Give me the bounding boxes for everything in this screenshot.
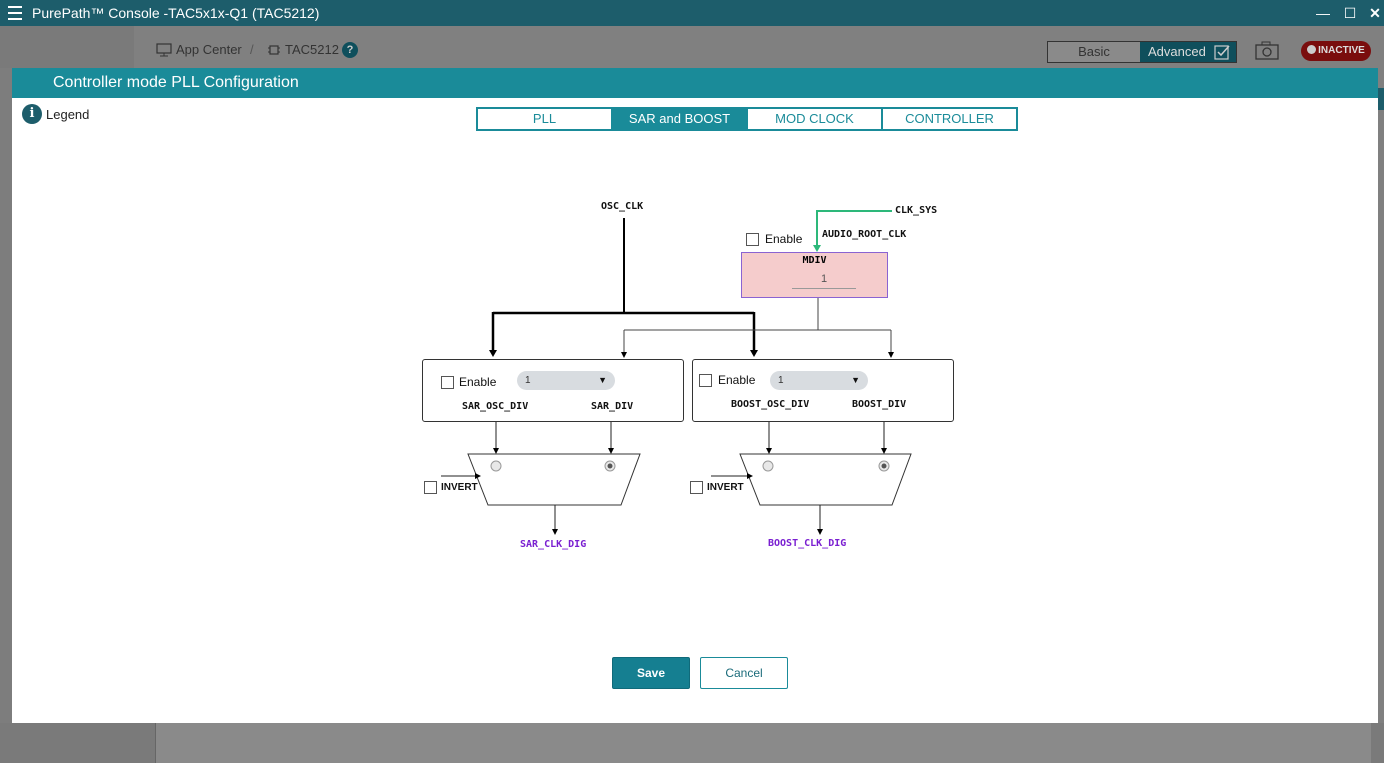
audio-root-clk-label: AUDIO_ROOT_CLK: [822, 229, 907, 240]
boost-invert-checkbox[interactable]: [690, 481, 703, 494]
minimize-button[interactable]: —: [1312, 3, 1334, 23]
help-icon[interactable]: ?: [342, 42, 358, 58]
right-edge-tab: [1378, 88, 1384, 110]
app-toolbar: App Center / TAC5212 ? Basic Advanced IN…: [0, 26, 1384, 68]
checkbox-checked-icon: [1214, 45, 1230, 60]
sar-mux-input-osc-radio[interactable]: [490, 460, 502, 472]
chip-icon: [268, 45, 280, 55]
boost-enable-label: Enable: [718, 373, 756, 387]
mode-basic-button[interactable]: Basic: [1048, 42, 1140, 62]
pll-config-dialog: Controller mode PLL Configuration i Lege…: [12, 68, 1378, 723]
window-titlebar: PurePath™ Console -TAC5x1x-Q1 (TAC5212) …: [0, 0, 1384, 26]
camera-icon[interactable]: [1255, 40, 1279, 60]
save-button[interactable]: Save: [612, 657, 690, 689]
left-pane: [0, 26, 134, 68]
sar-invert-checkbox[interactable]: [424, 481, 437, 494]
clk-sys-label: CLK_SYS: [895, 205, 938, 216]
boost-clk-dig-label: BOOST_CLK_DIG: [768, 538, 847, 549]
mode-advanced-label: Advanced: [1148, 44, 1206, 59]
boost-div-select[interactable]: 1 ▼: [770, 371, 868, 390]
mode-advanced-button[interactable]: Advanced: [1140, 42, 1236, 62]
boost-div-select-value: 1: [778, 375, 784, 386]
chevron-down-icon: ▼: [851, 375, 860, 385]
background-panel: [155, 723, 1371, 763]
boost-osc-div-label: BOOST_OSC_DIV: [731, 399, 810, 410]
mdiv-value-input[interactable]: 1: [792, 273, 856, 289]
close-button[interactable]: ✕: [1364, 3, 1384, 23]
sar-enable-checkbox[interactable]: [441, 376, 454, 389]
sar-invert-label: INVERT: [441, 482, 478, 493]
sar-div-select-value: 1: [525, 375, 531, 386]
osc-clk-label: OSC_CLK: [601, 201, 644, 212]
maximize-button[interactable]: ☐: [1339, 3, 1361, 23]
boost-enable-checkbox[interactable]: [699, 374, 712, 387]
sar-divider-block: [422, 359, 684, 422]
breadcrumb-separator: /: [250, 42, 254, 57]
status-label: INACTIVE: [1318, 45, 1365, 56]
sar-clk-dig-label: SAR_CLK_DIG: [520, 539, 587, 550]
sar-div-label: SAR_DIV: [591, 401, 634, 412]
mdiv-output-wire: [621, 297, 894, 358]
status-dot-icon: [1307, 45, 1317, 54]
cancel-button[interactable]: Cancel: [700, 657, 788, 689]
device-breadcrumb[interactable]: TAC5212: [285, 42, 339, 57]
background-workspace: [0, 723, 1384, 763]
boost-invert-label: INVERT: [707, 482, 744, 493]
sar-enable-label: Enable: [459, 375, 497, 389]
window-title: PurePath™ Console -TAC5x1x-Q1 (TAC5212): [32, 5, 320, 21]
boost-div-label: BOOST_DIV: [852, 399, 907, 410]
sar-osc-div-label: SAR_OSC_DIV: [462, 401, 529, 412]
divider-to-mux-wires: [493, 421, 887, 454]
right-edge-strip: [1378, 68, 1384, 723]
sar-mux-selected-dot: [607, 463, 613, 469]
mdiv-enable-checkbox[interactable]: [746, 233, 759, 246]
chevron-down-icon: ▼: [598, 375, 607, 385]
boost-divider-block: [692, 359, 954, 422]
boost-mux-selected-dot: [881, 463, 887, 469]
hamburger-menu-icon[interactable]: [8, 6, 22, 20]
boost-mux-input-osc-radio[interactable]: [762, 460, 774, 472]
mdiv-block: MDIV 1: [741, 252, 888, 298]
app-center-icon: [156, 43, 172, 57]
mdiv-title: MDIV: [802, 255, 827, 266]
sar-div-select[interactable]: 1 ▼: [517, 371, 615, 390]
mode-switch: Basic Advanced: [1047, 41, 1237, 63]
status-badge: INACTIVE: [1301, 41, 1371, 61]
mdiv-enable-label: Enable: [765, 232, 803, 246]
app-center-link[interactable]: App Center: [176, 42, 242, 57]
